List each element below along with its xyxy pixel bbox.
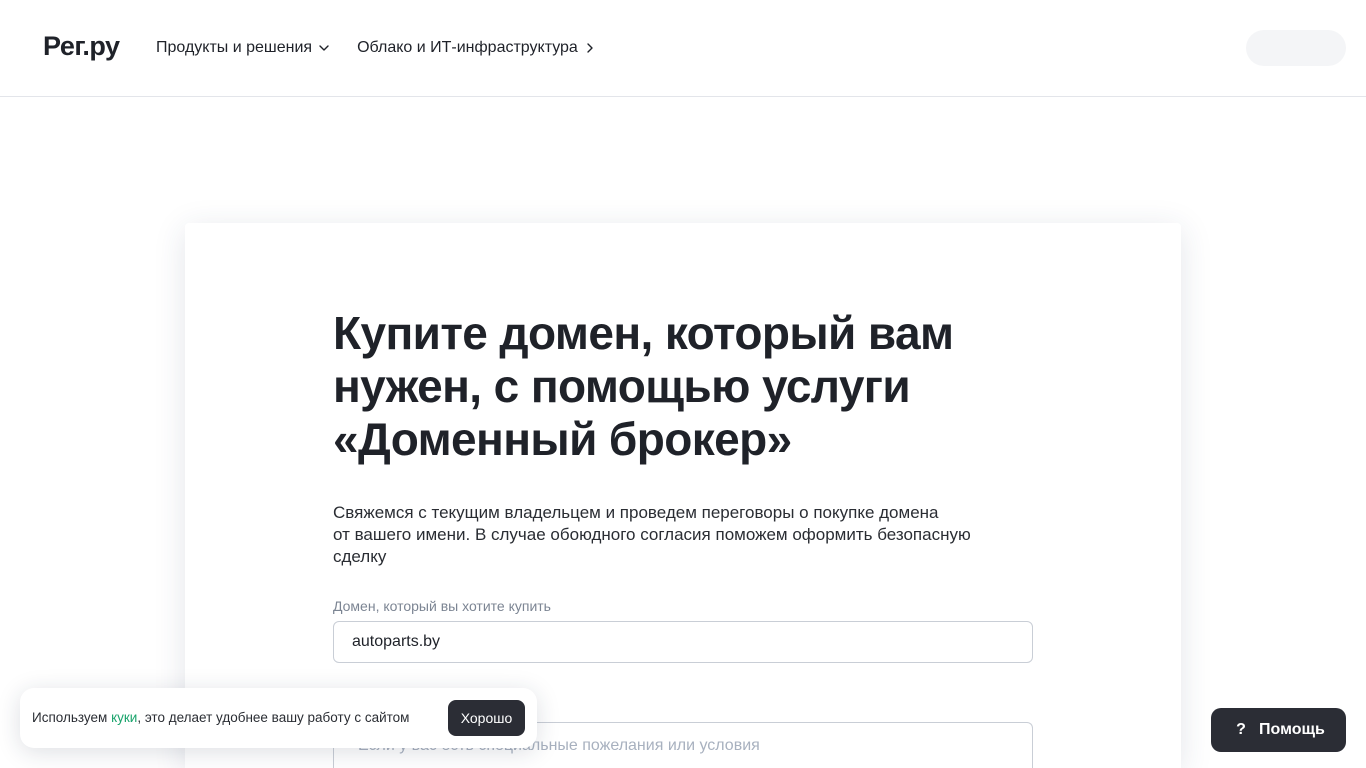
chevron-right-icon (587, 43, 593, 53)
page-title: Купите домен, который вам нужен, с помощ… (333, 307, 954, 466)
domain-broker-card: Купите домен, который вам нужен, с помощ… (185, 223, 1181, 768)
cookie-text-prefix: Используем (32, 710, 112, 725)
site-header: Рег.ру Продукты и решения Облако и ИТ-ин… (0, 0, 1366, 97)
help-label: Помощь (1259, 721, 1325, 738)
description-line: сделку (333, 547, 387, 566)
description-line: от вашего имени. В случае обоюдного согл… (333, 525, 971, 544)
help-button[interactable]: ? Помощь (1211, 708, 1346, 752)
cookie-text: Используем куки, это делает удобнее вашу… (32, 709, 409, 727)
cookie-accept-button[interactable]: Хорошо (448, 700, 525, 736)
title-line: нужен, с помощью услуги (333, 360, 911, 412)
title-line: «Доменный брокер» (333, 413, 792, 465)
cookie-text-suffix: , это делает удобнее вашу работу с сайто… (137, 710, 410, 725)
header-account-button[interactable] (1246, 30, 1346, 66)
cookie-link[interactable]: куки (111, 710, 137, 725)
cookie-banner: Используем куки, это делает удобнее вашу… (20, 688, 537, 748)
domain-input[interactable] (333, 621, 1033, 663)
description-line: Свяжемся с текущим владельцем и проведем… (333, 503, 939, 522)
page-description: Свяжемся с текущим владельцем и проведем… (333, 502, 971, 568)
nav-item-products[interactable]: Продукты и решения (156, 38, 330, 58)
nav-item-cloud[interactable]: Облако и ИТ-инфраструктура (357, 38, 596, 58)
domain-field-label: Домен, который вы хотите купить (333, 598, 551, 614)
nav-item-label: Облако и ИТ-инфраструктура (357, 39, 578, 56)
title-line: Купите домен, который вам (333, 307, 954, 359)
nav-item-label: Продукты и решения (156, 39, 313, 56)
logo[interactable]: Рег.ру (43, 30, 120, 62)
chevron-down-icon (319, 45, 329, 51)
question-icon: ? (1236, 721, 1246, 738)
main-nav: Продукты и решения Облако и ИТ-инфрастру… (156, 38, 596, 58)
